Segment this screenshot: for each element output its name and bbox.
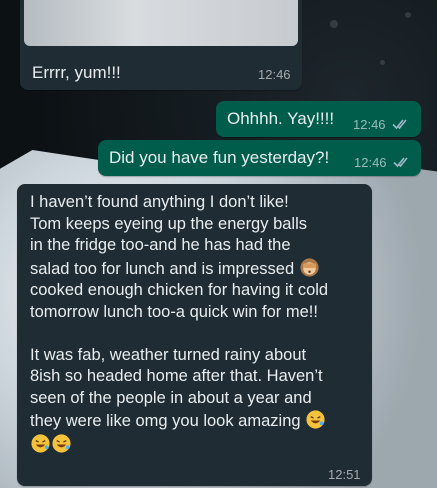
wallpaper-speck bbox=[380, 60, 385, 65]
outgoing-message[interactable]: Ohhhh. Yay!!!! 12:46 bbox=[216, 101, 421, 137]
rolling-on-floor-laughing-emoji bbox=[31, 433, 50, 453]
message-time: 12:51 bbox=[328, 467, 361, 482]
message-line: tomorrow lunch too-a quick win for me!! bbox=[30, 302, 318, 321]
message-line-with-emoji: salad too for lunch and is impressed bbox=[30, 257, 328, 281]
rolling-on-floor-laughing-emoji bbox=[52, 433, 71, 453]
rolling-on-floor-laughing-emoji bbox=[306, 410, 325, 429]
double-check-icon bbox=[393, 157, 408, 168]
message-line-with-emoji: they were like omg you look amazing bbox=[30, 409, 328, 433]
message-line: Tom keeps eyeing up the energy balls bbox=[30, 214, 308, 233]
incoming-photo-message[interactable]: Errrr, yum!!! 12:46 bbox=[20, 0, 302, 90]
message-line: salad too for lunch and is impressed bbox=[30, 259, 295, 278]
message-time: 12:46 bbox=[353, 117, 386, 132]
photo-thumbnail[interactable] bbox=[24, 0, 298, 46]
message-line: in the fridge too-and he has had the bbox=[30, 236, 291, 254]
outgoing-message[interactable]: Did you have fun yesterday?! 12:46 bbox=[98, 140, 421, 176]
see-no-evil-monkey-emoji bbox=[300, 257, 319, 277]
long-message-text: I haven’t found anything I don’t like! T… bbox=[30, 192, 328, 456]
emoji-line bbox=[30, 433, 328, 457]
message-line: I haven’t found anything I don’t like! bbox=[30, 193, 289, 211]
message-text: Ohhhh. Yay!!!! bbox=[227, 109, 335, 128]
message-line: cooked enough chicken for having it cold bbox=[30, 281, 329, 299]
message-time: 12:46 bbox=[354, 155, 387, 170]
message-line: It was fab, weather turned rainy about bbox=[30, 345, 307, 364]
photo-caption: Errrr, yum!!! bbox=[32, 63, 121, 82]
message-line: they were like omg you look amazing bbox=[30, 412, 301, 430]
message-text: Did you have fun yesterday?! bbox=[109, 148, 330, 167]
message-line: seen of the people in about a year and bbox=[30, 388, 312, 407]
message-line: 8ish so headed home after that. Haven’t bbox=[30, 367, 323, 385]
wallpaper-speck bbox=[405, 12, 411, 18]
wallpaper-speck bbox=[330, 20, 338, 28]
double-check-icon bbox=[392, 119, 407, 130]
message-time: 12:46 bbox=[258, 67, 291, 82]
